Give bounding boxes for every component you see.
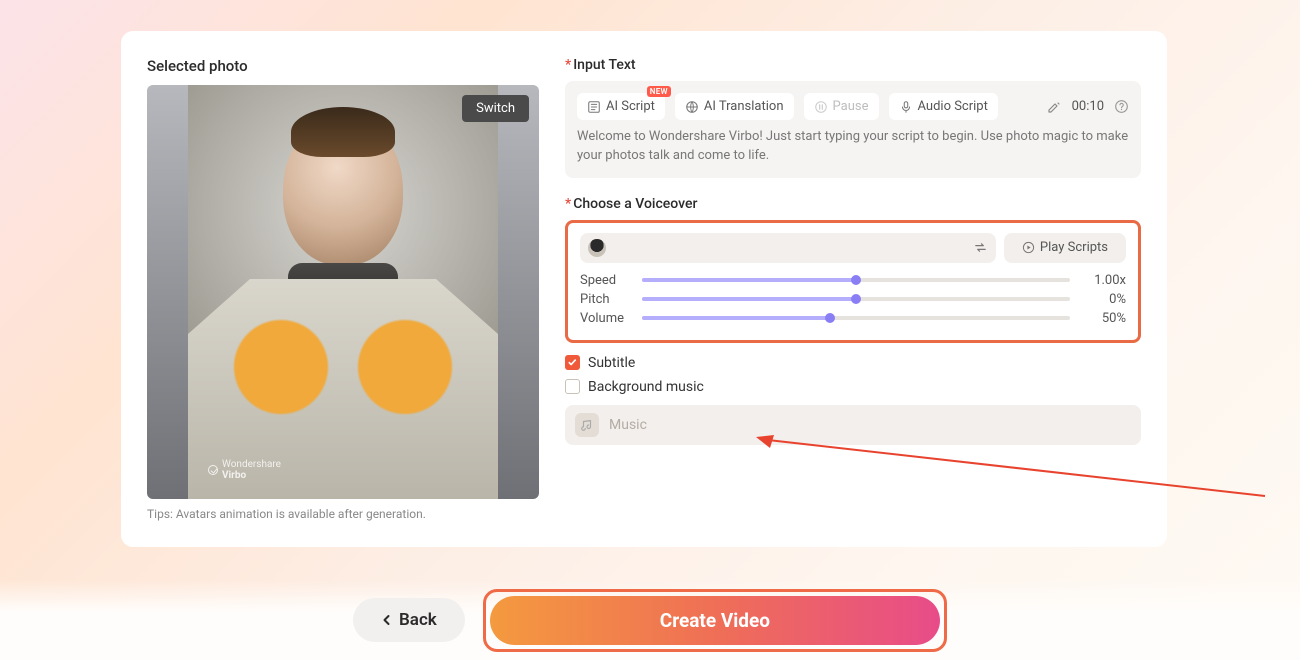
selected-photo-label: Selected photo	[147, 57, 539, 75]
speed-label: Speed	[580, 273, 630, 288]
pause-button: Pause	[804, 93, 879, 120]
watermark-product: Virbo	[222, 470, 246, 481]
left-column: Selected photo Wondershare Virbo Switch …	[147, 57, 539, 521]
help-icon[interactable]	[1114, 99, 1129, 114]
watermark: Wondershare Virbo	[208, 459, 281, 481]
input-text-label: *Input Text	[565, 57, 1141, 73]
chevron-left-icon	[381, 614, 393, 626]
ai-script-button[interactable]: AI Script NEW	[577, 93, 665, 120]
music-icon	[575, 413, 599, 437]
voice-avatar-icon	[588, 239, 606, 257]
play-icon	[1022, 241, 1035, 254]
subtitle-label: Subtitle	[588, 355, 635, 371]
new-badge: NEW	[647, 86, 671, 97]
back-button[interactable]: Back	[353, 598, 465, 642]
script-icon	[587, 100, 601, 114]
slider-volume: Volume 50%	[580, 311, 1126, 326]
music-selector[interactable]: Music	[565, 405, 1141, 445]
switch-button[interactable]: Switch	[462, 95, 529, 122]
pitch-label: Pitch	[580, 292, 630, 307]
watermark-brand: Wondershare	[222, 459, 281, 470]
play-scripts-button[interactable]: Play Scripts	[1004, 233, 1126, 263]
input-panel: AI Script NEW AI Translation Pause Audio…	[565, 81, 1141, 178]
speed-slider[interactable]	[642, 278, 1070, 282]
speed-value: 1.00x	[1082, 273, 1126, 288]
voice-selector[interactable]	[580, 233, 996, 263]
pause-icon	[814, 100, 828, 114]
editor-card: Selected photo Wondershare Virbo Switch …	[121, 31, 1167, 547]
mic-icon	[899, 100, 913, 114]
volume-label: Volume	[580, 311, 630, 326]
volume-slider[interactable]	[642, 316, 1070, 320]
subtitle-checkbox[interactable]	[565, 355, 580, 370]
voiceover-label-text: Choose a Voiceover	[573, 196, 697, 212]
right-column: *Input Text AI Script NEW AI Translation…	[565, 57, 1141, 521]
bgm-label: Background music	[588, 379, 704, 395]
voiceover-panel: Play Scripts Speed 1.00x Pitch 0% Volume	[565, 220, 1141, 343]
globe-icon	[685, 100, 699, 114]
swap-icon	[973, 240, 988, 255]
sliders-group: Speed 1.00x Pitch 0% Volume 50%	[580, 273, 1126, 326]
pitch-slider[interactable]	[642, 297, 1070, 301]
subtitle-row[interactable]: Subtitle	[565, 355, 1141, 371]
voiceover-top-row: Play Scripts	[580, 233, 1126, 263]
photo-image: Wondershare Virbo	[188, 85, 498, 499]
photo-preview: Wondershare Virbo Switch	[147, 85, 539, 499]
input-text-label-text: Input Text	[573, 57, 635, 73]
voiceover-label: *Choose a Voiceover	[565, 196, 1141, 212]
tips-text: Tips: Avatars animation is available aft…	[147, 507, 539, 521]
clear-icon[interactable]	[1046, 99, 1062, 115]
slider-pitch: Pitch 0%	[580, 292, 1126, 307]
create-video-button[interactable]: Create Video	[490, 596, 940, 645]
footer: Back Create Video	[0, 580, 1300, 660]
audio-script-button[interactable]: Audio Script	[889, 93, 998, 120]
watermark-icon	[208, 465, 218, 475]
slider-speed: Speed 1.00x	[580, 273, 1126, 288]
toolbar: AI Script NEW AI Translation Pause Audio…	[577, 93, 1129, 120]
bgm-checkbox[interactable]	[565, 379, 580, 394]
pitch-value: 0%	[1082, 292, 1126, 307]
create-button-highlight: Create Video	[483, 589, 947, 652]
ai-translation-button[interactable]: AI Translation	[675, 93, 794, 120]
duration-text: 00:10	[1072, 99, 1104, 114]
script-textarea[interactable]: Welcome to Wondershare Virbo! Just start…	[577, 128, 1129, 166]
volume-value: 50%	[1082, 311, 1126, 326]
bgm-row[interactable]: Background music	[565, 379, 1141, 395]
music-placeholder: Music	[609, 417, 647, 433]
avatar-head	[283, 115, 403, 265]
